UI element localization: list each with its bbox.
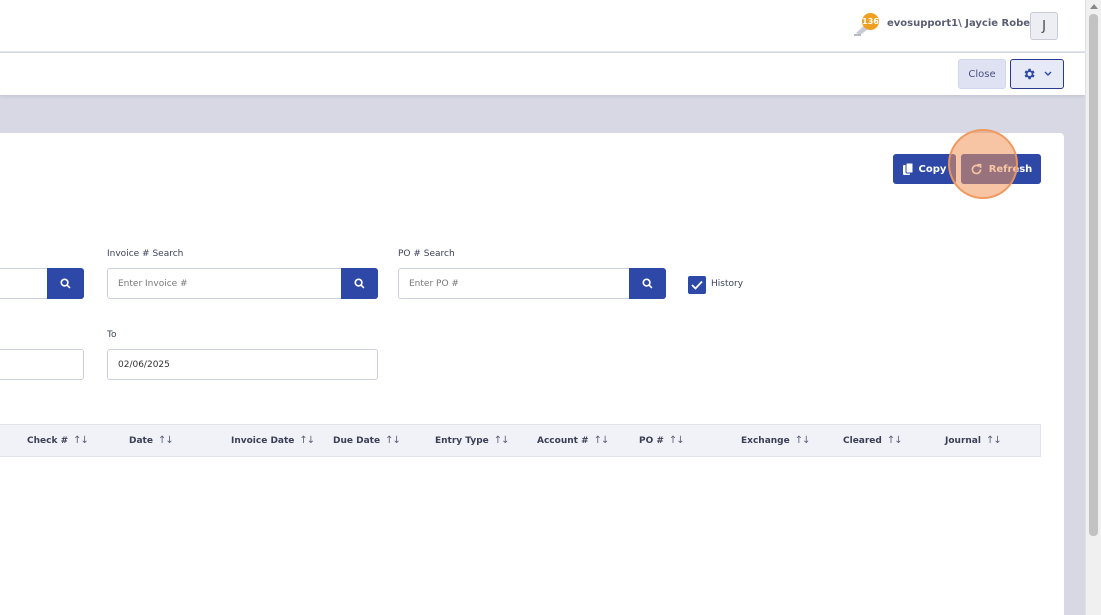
partial-search-input[interactable] xyxy=(0,268,50,299)
settings-dropdown-button[interactable] xyxy=(1010,59,1064,89)
vertical-scrollbar[interactable] xyxy=(1085,0,1101,615)
avatar[interactable]: J xyxy=(1030,12,1058,40)
sort-icon: ↑↓ xyxy=(985,435,1002,446)
close-button[interactable]: Close xyxy=(958,59,1006,89)
invoice-search-input[interactable]: Enter Invoice # xyxy=(107,268,344,299)
po-search-label: PO # Search xyxy=(398,249,455,259)
refresh-label: Refresh xyxy=(988,163,1033,175)
scroll-thumb[interactable] xyxy=(1089,14,1098,536)
history-checkbox[interactable] xyxy=(688,276,706,294)
invoice-search-label: Invoice # Search xyxy=(107,249,184,259)
top-bar: 136 evosupport1\ Jaycie Roberts J xyxy=(0,0,1085,52)
to-date-input[interactable]: 02/06/2025 xyxy=(107,349,378,380)
history-label[interactable]: History xyxy=(711,279,743,289)
column-header-due-date[interactable]: Due Date ↑↓ xyxy=(333,435,401,446)
sort-icon: ↑↓ xyxy=(73,435,89,446)
partial-search-button[interactable] xyxy=(47,268,84,299)
sort-icon: ↑↓ xyxy=(493,435,510,446)
copy-button[interactable]: Copy xyxy=(893,154,956,184)
sort-icon: ↑↓ xyxy=(299,435,315,446)
gear-icon xyxy=(1024,68,1035,80)
copy-icon xyxy=(902,162,914,175)
search-icon xyxy=(642,278,653,289)
sort-icon: ↑↓ xyxy=(157,435,174,446)
sort-icon: ↑↓ xyxy=(886,435,903,446)
user-name: evosupport1\ Jaycie Roberts xyxy=(887,18,1046,29)
sort-icon: ↑↓ xyxy=(668,435,685,446)
column-header-po[interactable]: PO # ↑↓ xyxy=(639,435,685,446)
column-header-cleared[interactable]: Cleared ↑↓ xyxy=(843,435,903,446)
sort-icon: ↑↓ xyxy=(385,435,401,446)
refresh-button[interactable]: Refresh xyxy=(961,154,1041,184)
chevron-down-icon xyxy=(1044,71,1052,76)
sort-icon: ↑↓ xyxy=(794,435,811,446)
sort-icon: ↑↓ xyxy=(593,435,610,446)
copy-label: Copy xyxy=(918,163,947,175)
table-header: Check # ↑↓ Date ↑↓ Invoice Date ↑↓ Due Date… xyxy=(0,424,1041,457)
invoice-search-button[interactable] xyxy=(341,268,378,299)
action-bar: Close xyxy=(0,53,1085,95)
from-date-input[interactable] xyxy=(0,349,84,380)
checkmark-icon xyxy=(691,280,703,290)
column-header-exchange[interactable]: Exchange ↑↓ xyxy=(741,435,810,446)
column-header-account[interactable]: Account # ↑↓ xyxy=(537,435,610,446)
notification-badge[interactable]: 136 xyxy=(862,13,879,30)
refresh-icon xyxy=(971,163,982,174)
column-header-journal[interactable]: Journal ↑↓ xyxy=(945,435,1002,446)
column-header-check[interactable]: Check # ↑↓ xyxy=(27,435,89,446)
scroll-up-arrow-icon[interactable] xyxy=(1090,4,1098,9)
to-date-label: To xyxy=(107,330,117,340)
column-header-invoice-date[interactable]: Invoice Date ↑↓ xyxy=(231,435,315,446)
po-search-button[interactable] xyxy=(629,268,666,299)
search-icon xyxy=(60,278,71,289)
po-search-input[interactable]: Enter PO # xyxy=(398,268,632,299)
search-icon xyxy=(354,278,365,289)
column-header-entry-type[interactable]: Entry Type ↑↓ xyxy=(435,435,510,446)
main-card: Copy Refresh Invoice # Search Enter Invo… xyxy=(0,129,1064,615)
column-header-date[interactable]: Date ↑↓ xyxy=(129,435,174,446)
